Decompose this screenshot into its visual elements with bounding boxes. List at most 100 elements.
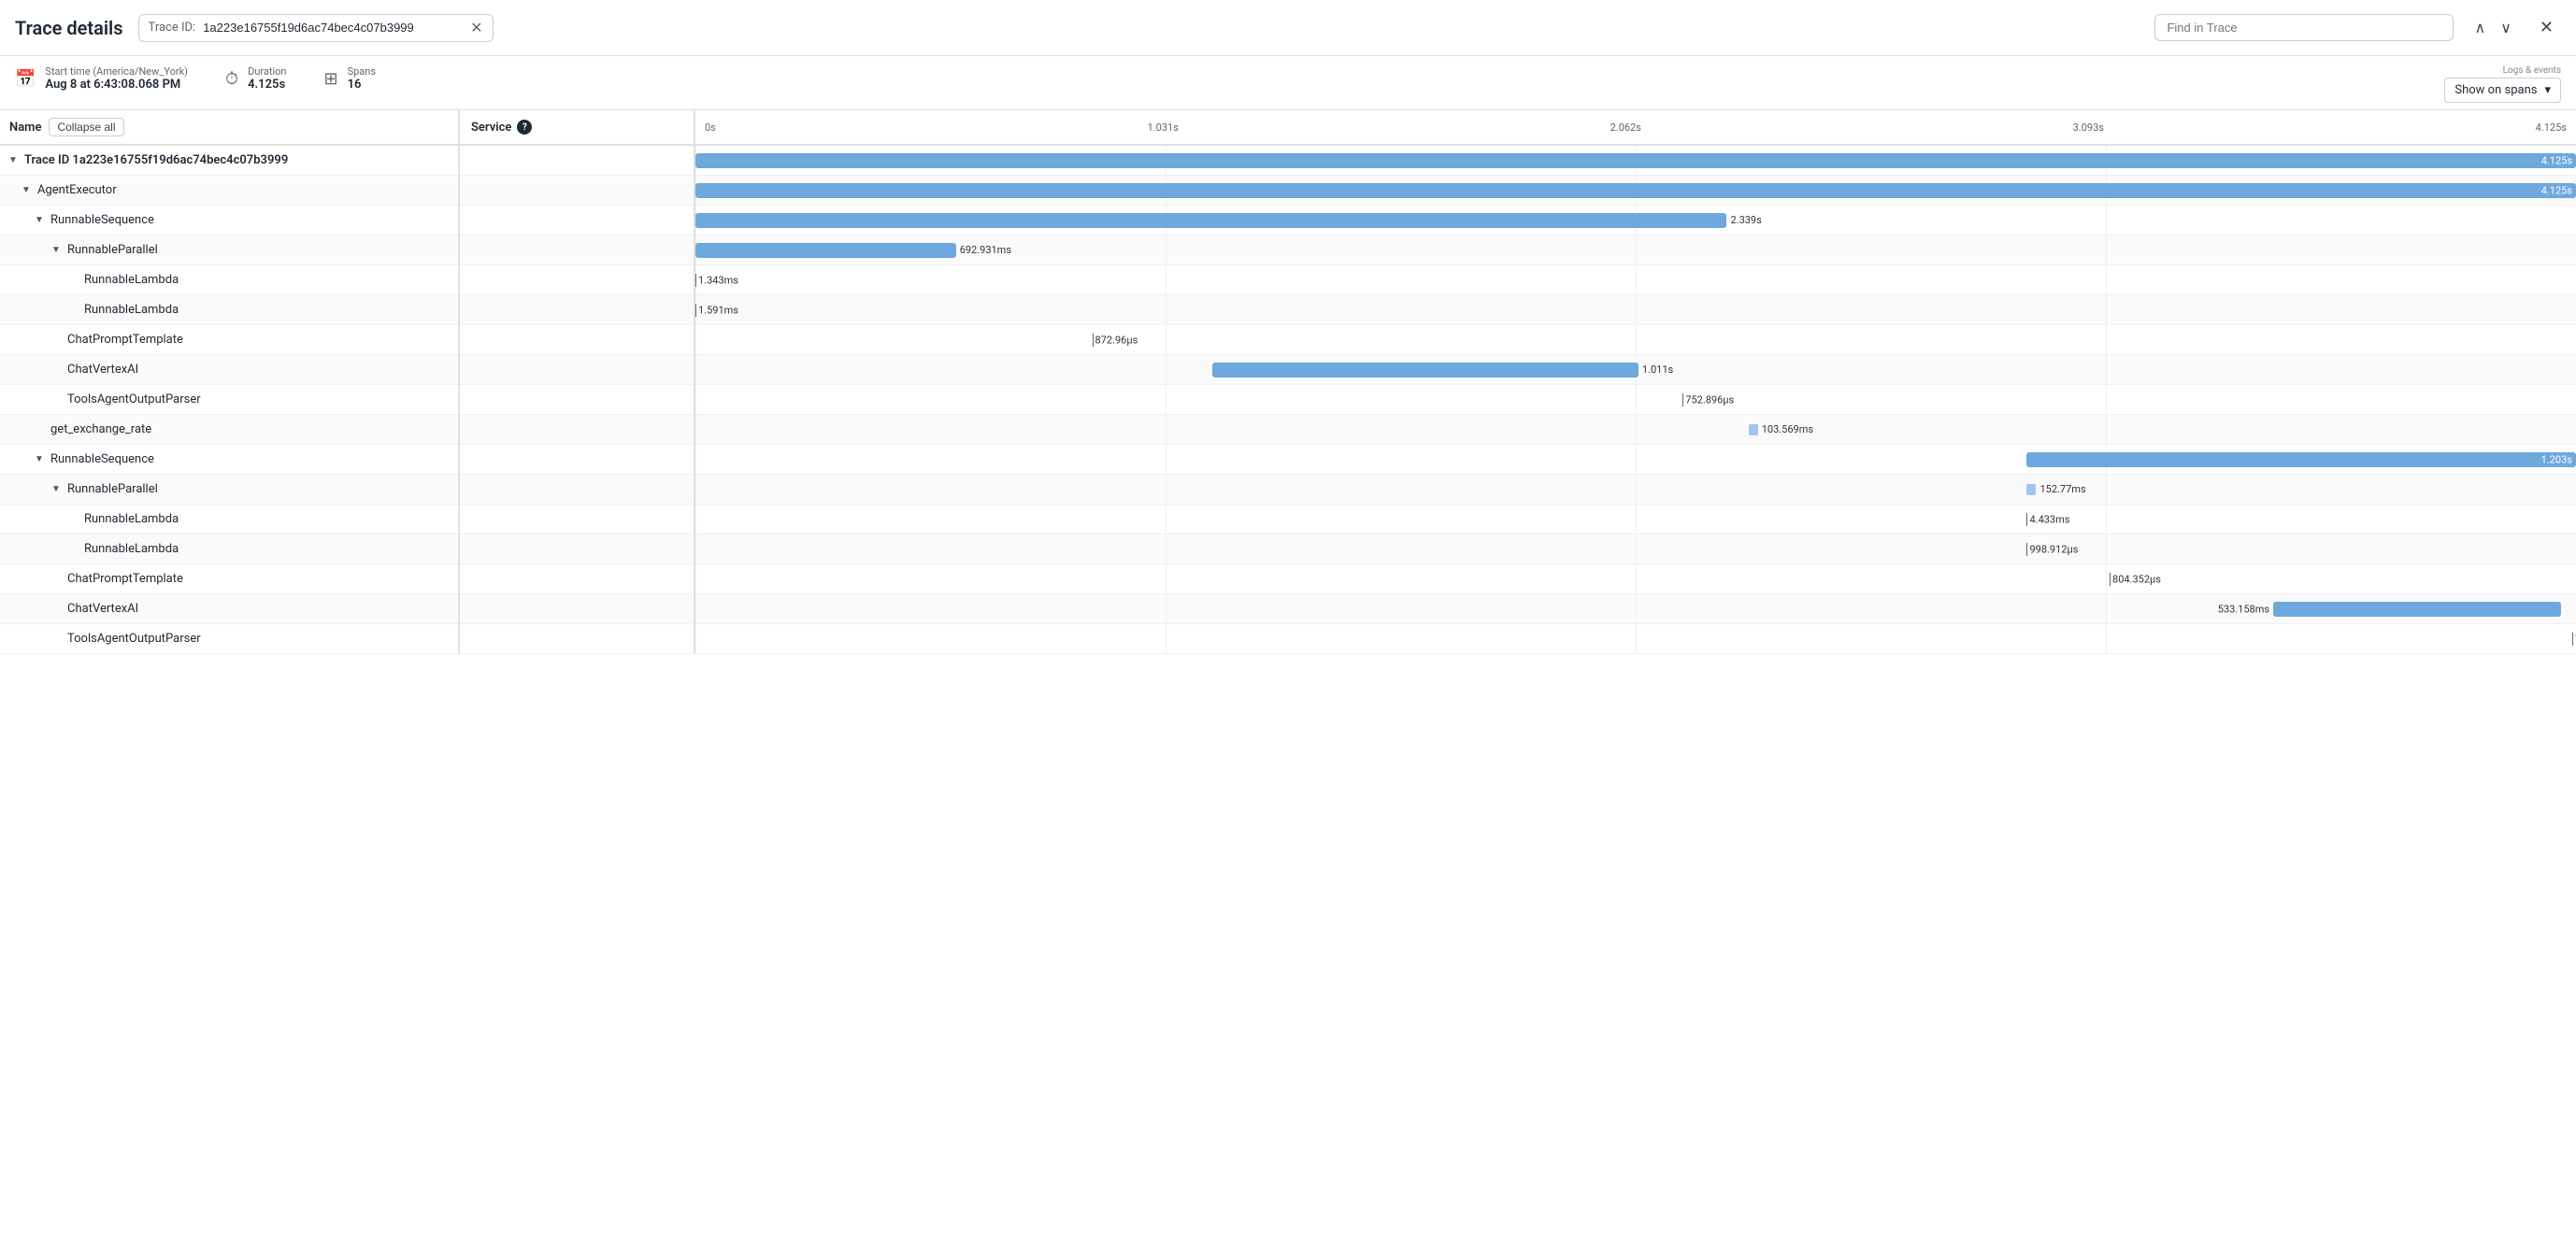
table-row[interactable]: ToolsAgentOutputParser 753.92μs (0, 624, 2576, 654)
grid-line (695, 415, 696, 445)
table-row[interactable]: ChatPromptTemplate804.352μs (0, 564, 2576, 594)
collapse-all-button[interactable]: Collapse all (49, 118, 123, 136)
expand-toggle[interactable]: ▼ (49, 243, 64, 258)
expand-toggle[interactable]: ▼ (32, 452, 47, 467)
grid-line (2106, 415, 2107, 445)
bar-label: 804.352μs (2112, 573, 2161, 585)
service-info-icon[interactable]: ? (517, 120, 532, 135)
next-button[interactable]: ∨ (2495, 15, 2517, 41)
row-divider-1 (458, 594, 460, 624)
span-name-col: ChatVertexAI (0, 363, 458, 378)
table-row[interactable]: ChatPromptTemplate 872.96μs (0, 325, 2576, 355)
duration-value: 4.125s (248, 78, 286, 92)
table-row[interactable]: RunnableLambda 1.591ms (0, 295, 2576, 325)
dot-bar (1749, 424, 1758, 435)
tick-marker (2026, 513, 2027, 526)
span-label: Trace ID 1a223e16755f19d6ac74bec4c07b399… (24, 153, 288, 167)
close-button[interactable]: ✕ (2532, 14, 2561, 41)
span-timeline-col: 2.339s (695, 206, 2576, 235)
bar-wrapper: 1.203s (2026, 452, 2576, 467)
tick-marker (2026, 543, 2027, 556)
table-row[interactable]: ChatVertexAI 533.158ms (0, 594, 2576, 624)
span-timeline-col: 4.433ms (695, 505, 2576, 534)
row-divider-1 (458, 505, 460, 534)
expand-toggle[interactable]: ▼ (32, 213, 47, 228)
grid-line (1636, 265, 1637, 295)
bar-label: 692.931ms (960, 244, 1011, 256)
trace-id-label: Trace ID: (149, 21, 196, 35)
trace-id-input[interactable] (203, 21, 463, 35)
table-row[interactable]: RunnableLambda998.912μs (0, 534, 2576, 564)
bar-label: 4.433ms (2029, 513, 2069, 525)
table-row[interactable]: ▼RunnableSequence1.203s (0, 445, 2576, 475)
row-divider-1 (458, 534, 460, 564)
pre-bar-label: 533.158ms (2218, 603, 2269, 615)
start-time-label: Start time (America/New_York) (45, 65, 188, 78)
grid-line (2106, 206, 2107, 235)
expand-toggle[interactable]: ▼ (6, 153, 21, 168)
table-row[interactable]: ▼RunnableParallel 692.931ms (0, 235, 2576, 265)
span-label: RunnableSequence (50, 213, 154, 227)
tick-0: 0s (705, 121, 716, 134)
row-divider-1 (458, 564, 460, 594)
span-label: RunnableParallel (67, 482, 158, 496)
grid-line (1636, 564, 1637, 594)
span-timeline-col: 533.158ms (695, 594, 2576, 624)
bar-label: 1.591ms (698, 304, 738, 316)
grid-line (2106, 564, 2107, 594)
span-name-col: ToolsAgentOutputParser (0, 392, 458, 407)
bar-label: 152.77ms (2039, 483, 2085, 495)
close-icon[interactable]: ✕ (470, 21, 482, 36)
row-divider-1 (458, 445, 460, 475)
find-in-trace-input[interactable] (2167, 21, 2441, 35)
trace-id-input-wrapper[interactable]: Trace ID: ✕ (138, 14, 494, 42)
table-row[interactable]: ChatVertexAI1.011s (0, 355, 2576, 385)
column-headers: Name Collapse all Service ? 0s 1.031s 2.… (0, 110, 2576, 146)
grid-line (695, 534, 696, 564)
spans-label: Spans (348, 65, 376, 78)
span-label: RunnableLambda (84, 303, 179, 317)
bar-wrapper: 692.931ms (695, 243, 1011, 258)
table-row[interactable]: ToolsAgentOutputParser752.896μs (0, 385, 2576, 415)
no-toggle (65, 273, 80, 288)
row-divider-1 (458, 146, 460, 176)
span-label: ToolsAgentOutputParser (67, 392, 201, 406)
table-row[interactable]: ▼RunnableSequence 2.339s (0, 206, 2576, 235)
spans-icon: ⊞ (323, 69, 337, 89)
span-timeline-col: 753.92μs (695, 624, 2576, 654)
table-row[interactable]: RunnableLambda1.343ms (0, 265, 2576, 295)
logs-events-value: Show on spans (2454, 83, 2537, 97)
span-label: ChatPromptTemplate (67, 333, 183, 347)
no-toggle (49, 363, 64, 378)
tick-marker (695, 304, 696, 317)
grid-line (695, 505, 696, 534)
span-label: ChatVertexAI (67, 602, 138, 616)
grid-line (2106, 475, 2107, 505)
expand-toggle[interactable]: ▼ (49, 482, 64, 497)
start-time-item: 📅 Start time (America/New_York) Aug 8 at… (15, 65, 188, 92)
table-row[interactable]: ▼RunnableParallel 152.77ms (0, 475, 2576, 505)
find-in-trace-wrapper[interactable] (2154, 14, 2454, 41)
table-row[interactable]: RunnableLambda4.433ms (0, 505, 2576, 534)
span-name-col: ▼RunnableParallel (0, 482, 458, 497)
logs-events-dropdown[interactable]: Show on spans ▾ (2444, 78, 2561, 103)
grid-line (2106, 355, 2107, 385)
expand-toggle[interactable]: ▼ (19, 183, 34, 198)
grid-line (695, 385, 696, 415)
grid-line (1636, 385, 1637, 415)
grid-line (2106, 235, 2107, 265)
row-divider-1 (458, 176, 460, 206)
span-label: ChatVertexAI (67, 363, 138, 377)
table-row[interactable]: get_exchange_rate103.569ms (0, 415, 2576, 445)
grid-line (1636, 325, 1637, 355)
no-toggle (32, 422, 47, 437)
bar-label: 2.339s (1730, 214, 1761, 226)
span-label: ToolsAgentOutputParser (67, 632, 201, 646)
bar-label-inside: 1.203s (2541, 453, 2572, 465)
prev-button[interactable]: ∧ (2469, 15, 2491, 41)
span-label: RunnableParallel (67, 243, 158, 257)
table-row[interactable]: ▼Trace ID 1a223e16755f19d6ac74bec4c07b39… (0, 146, 2576, 176)
table-row[interactable]: ▼AgentExecutor4.125s (0, 176, 2576, 206)
span-name-col: get_exchange_rate (0, 422, 458, 437)
bar-label: 872.96μs (1095, 334, 1138, 346)
